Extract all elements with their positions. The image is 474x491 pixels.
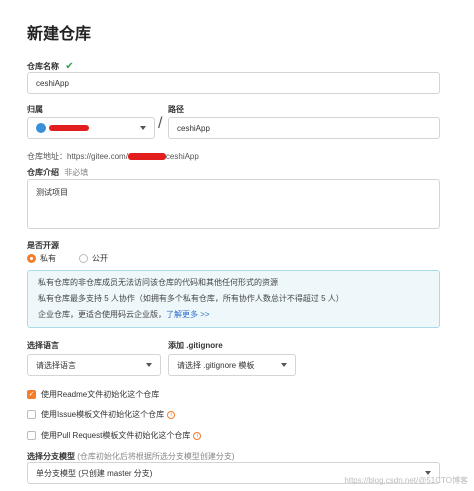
option-pr-template[interactable]: 使用Pull Request模板文件初始化这个仓库 i	[27, 430, 202, 441]
option-issue-template[interactable]: 使用Issue模板文件初始化这个仓库 i	[27, 409, 176, 420]
description-textarea[interactable]: 测试项目	[27, 179, 440, 229]
visibility-label: 是否开源	[27, 241, 59, 250]
language-select[interactable]: 请选择语言	[27, 354, 161, 376]
notice-line-1: 私有仓库的非仓库成员无法访问该仓库的代码和其他任何形式的资源	[38, 278, 278, 287]
learn-more-link[interactable]: 了解更多 >>	[166, 310, 210, 319]
avatar	[36, 123, 46, 133]
checkbox-icon	[27, 410, 36, 419]
path-input[interactable]: ceshiApp	[168, 117, 440, 139]
address-prefix: 仓库地址：https://gitee.com/	[27, 152, 128, 161]
chevron-down-icon	[140, 126, 146, 130]
address-suffix: ceshiApp	[165, 152, 199, 161]
language-value: 请选择语言	[36, 360, 76, 370]
option-readme[interactable]: ✓ 使用Readme文件初始化这个仓库	[27, 389, 159, 400]
repo-address: 仓库地址：https://gitee.com/ ceshiApp	[27, 151, 199, 162]
optional-hint: 非必填	[64, 168, 89, 177]
owner-select[interactable]	[27, 117, 155, 139]
info-icon[interactable]: i	[193, 431, 202, 440]
watermark: https://blog.csdn.net/@51CTO博客	[344, 476, 468, 485]
gitignore-label: 添加 .gitignore	[168, 341, 223, 350]
language-label: 选择语言	[27, 341, 59, 350]
option-issue-label: 使用Issue模板文件初始化这个仓库	[41, 410, 165, 419]
chevron-down-icon	[281, 363, 287, 367]
gitignore-select[interactable]: 请选择 .gitignore 模板	[168, 354, 296, 376]
branch-model-hint: (仓库初始化后将根据所选分支模型创建分支)	[77, 452, 235, 461]
info-icon[interactable]: i	[167, 410, 176, 419]
radio-public-label: 公开	[92, 254, 108, 263]
description-label: 仓库介绍 非必填	[27, 167, 88, 178]
branch-model-value: 单分支模型 (只创建 master 分支)	[36, 468, 153, 478]
notice-line-3-text: 企业仓库，更适合使用码云企业版，	[38, 310, 166, 319]
owner-value	[36, 123, 89, 133]
chevron-down-icon	[146, 363, 152, 367]
radio-private-label: 私有	[40, 254, 56, 263]
path-separator: /	[158, 115, 163, 132]
notice-line-2: 私有仓库最多支持 5 人协作（如拥有多个私有仓库，所有协作人数总计不得超过 5 …	[38, 294, 344, 303]
owner-label: 归属	[27, 105, 43, 114]
redacted-username	[127, 153, 166, 160]
repo-name-label-text: 仓库名称	[27, 62, 59, 71]
checkbox-icon	[27, 431, 36, 440]
option-readme-label: 使用Readme文件初始化这个仓库	[41, 390, 160, 399]
radio-private-dot	[27, 254, 36, 263]
radio-public[interactable]: 公开	[79, 253, 108, 264]
gitignore-value: 请选择 .gitignore 模板	[177, 360, 255, 370]
repo-name-label: 仓库名称 ✔	[27, 61, 74, 72]
path-label: 路径	[168, 105, 184, 114]
option-pr-label: 使用Pull Request模板文件初始化这个仓库	[41, 431, 191, 440]
repo-name-input[interactable]: ceshiApp	[27, 72, 440, 94]
radio-public-dot	[79, 254, 88, 263]
branch-model-label-text: 选择分支模型	[27, 452, 75, 461]
private-repo-notice: 私有仓库的非仓库成员无法访问该仓库的代码和其他任何形式的资源 私有仓库最多支持 …	[27, 270, 440, 328]
redacted-owner	[49, 125, 89, 131]
description-label-text: 仓库介绍	[27, 168, 59, 177]
checkbox-checked-icon: ✓	[27, 390, 36, 399]
radio-private[interactable]: 私有	[27, 253, 56, 264]
page-title: 新建仓库	[27, 26, 92, 43]
branch-model-label: 选择分支模型 (仓库初始化后将根据所选分支模型创建分支)	[27, 451, 235, 462]
valid-check-icon: ✔	[65, 61, 74, 72]
notice-line-3: 企业仓库，更适合使用码云企业版，了解更多 >>	[38, 310, 429, 320]
